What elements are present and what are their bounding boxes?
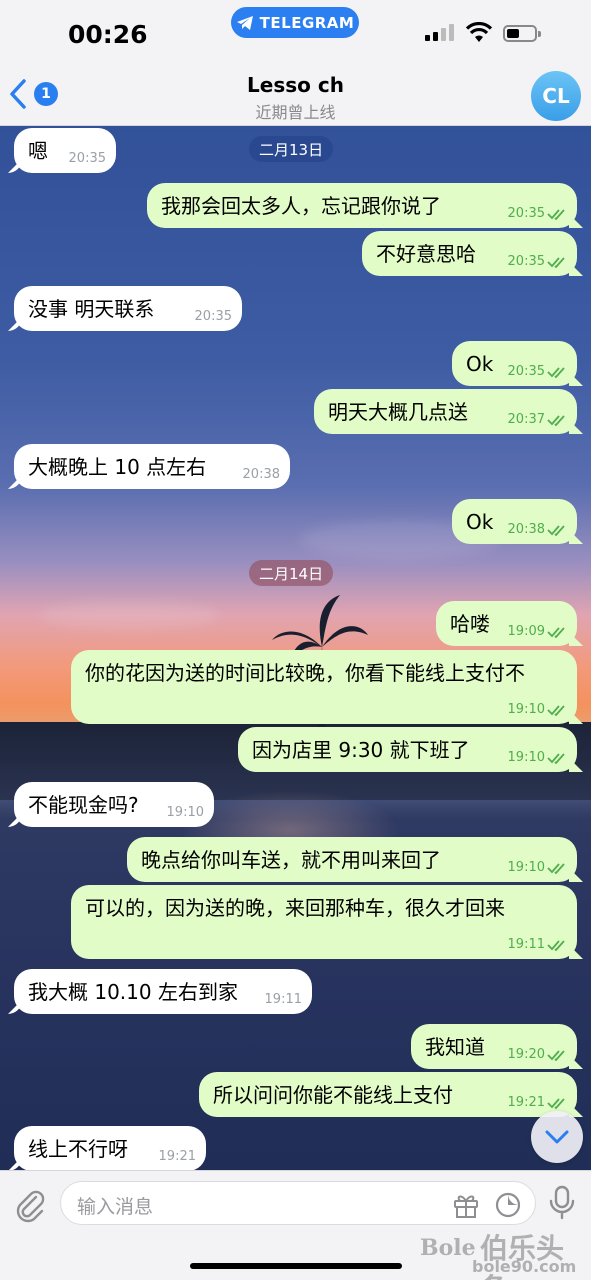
gift-icon[interactable] — [451, 1190, 481, 1220]
message-time: 20:35 — [194, 309, 232, 324]
message-text: 我那会回太多人，忘记跟你说了 — [161, 194, 441, 218]
message-incoming[interactable]: 嗯 20:35 — [8, 128, 116, 173]
message-text: 你的花因为送的时间比较晚，你看下能线上支付不 — [85, 661, 525, 685]
message-text: 不好意思哈 — [376, 242, 476, 266]
message-time: 19:09 — [507, 624, 545, 639]
message-text: 哈喽 — [450, 612, 490, 636]
message-incoming[interactable]: 不能现金吗? 19:10 — [8, 782, 214, 827]
double-check-icon — [547, 704, 565, 716]
telegram-pill[interactable]: TELEGRAM — [231, 7, 359, 38]
message-text: 明天大概几点送 — [328, 400, 468, 424]
message-time: 20:38 — [242, 467, 280, 482]
double-check-icon — [547, 524, 565, 536]
message-time: 20:35 — [507, 206, 545, 221]
telegram-pill-label: TELEGRAM — [259, 13, 355, 32]
microphone-icon[interactable] — [548, 1185, 576, 1221]
message-time: 20:35 — [507, 254, 545, 269]
wifi-icon — [465, 22, 493, 42]
message-outgoing[interactable]: 你的花因为送的时间比较晚，你看下能线上支付不 19:10 — [71, 650, 583, 724]
message-text: Ok — [466, 510, 494, 534]
message-text: 可以的，因为送的晚，来回那种车，很久才回来 — [85, 896, 505, 920]
message-outgoing[interactable]: Ok 20:35 — [452, 341, 583, 386]
contact-avatar[interactable]: CL — [531, 71, 581, 121]
message-composer: 输入消息 Bole 伯乐头条 bole90.com — [0, 1170, 591, 1280]
double-check-icon — [547, 626, 565, 638]
telegram-plane-icon — [236, 15, 253, 30]
message-text: 大概晚上 10 点左右 — [28, 455, 207, 479]
message-text: 不能现金吗? — [28, 793, 139, 817]
double-check-icon — [547, 862, 565, 874]
chat-header: 1 Lesso ch 近期曾上线 CL — [0, 64, 591, 126]
message-incoming[interactable]: 我大概 10.10 左右到家 19:11 — [8, 969, 312, 1014]
message-time: 19:20 — [507, 1047, 545, 1062]
message-text: 我大概 10.10 左右到家 — [28, 980, 238, 1004]
message-time: 19:10 — [507, 750, 545, 765]
chevron-down-icon — [545, 1130, 569, 1144]
message-time: 19:10 — [507, 702, 545, 717]
paperclip-icon[interactable] — [14, 1187, 46, 1223]
message-time: 19:10 — [507, 860, 545, 875]
message-text: 因为店里 9:30 就下班了 — [252, 738, 470, 762]
status-bar: 00:26 TELEGRAM — [0, 0, 591, 64]
watermark-site: bole90.com — [472, 1257, 577, 1276]
battery-icon — [503, 25, 541, 42]
double-check-icon — [547, 256, 565, 268]
message-input[interactable]: 输入消息 — [60, 1181, 536, 1225]
message-outgoing[interactable]: 明天大概几点送 20:37 — [314, 389, 583, 434]
message-text: 我知道 — [425, 1035, 485, 1059]
message-time: 20:38 — [507, 522, 545, 537]
message-text: 晚点给你叫车送，就不用叫来回了 — [141, 848, 441, 872]
message-outgoing[interactable]: 我那会回太多人，忘记跟你说了 20:35 — [147, 183, 583, 228]
watermark: Bole 伯乐头条 bole90.com — [420, 1227, 591, 1280]
chat-last-seen: 近期曾上线 — [255, 103, 336, 122]
message-outgoing[interactable]: 因为店里 9:30 就下班了 19:10 — [238, 727, 583, 772]
double-check-icon — [547, 208, 565, 220]
double-check-icon — [547, 1097, 565, 1109]
message-input-placeholder: 输入消息 — [77, 1196, 154, 1218]
message-time: 19:11 — [264, 992, 302, 1007]
watermark-latin: Bole — [420, 1235, 476, 1261]
message-text: 所以问问你能不能线上支付 — [213, 1083, 453, 1107]
scroll-to-bottom-button[interactable] — [531, 1111, 583, 1163]
message-incoming[interactable]: 没事 明天联系 20:35 — [8, 286, 242, 331]
cellular-signal-icon — [425, 24, 454, 41]
message-outgoing[interactable]: 我知道 19:20 — [411, 1024, 583, 1069]
message-text: Ok — [466, 352, 494, 376]
message-text: 没事 明天联系 — [28, 297, 155, 321]
message-text: 嗯 — [28, 139, 48, 163]
double-check-icon — [547, 1049, 565, 1061]
home-indicator — [190, 1263, 402, 1269]
wallpaper-cloud — [40, 600, 220, 630]
sticker-icon[interactable] — [493, 1190, 523, 1220]
double-check-icon — [547, 414, 565, 426]
message-incoming[interactable]: 大概晚上 10 点左右 20:38 — [8, 444, 290, 489]
double-check-icon — [547, 366, 565, 378]
message-time: 19:21 — [507, 1095, 545, 1110]
chat-title[interactable]: Lesso ch — [0, 73, 591, 97]
date-separator: 二月14日 — [249, 560, 334, 586]
message-time: 19:11 — [507, 937, 545, 952]
message-time: 20:37 — [507, 412, 545, 427]
status-time: 00:26 — [68, 20, 148, 49]
message-time: 20:35 — [68, 151, 106, 166]
double-check-icon — [547, 752, 565, 764]
message-time: 19:10 — [166, 805, 204, 820]
message-outgoing[interactable]: 不好意思哈 20:35 — [362, 231, 583, 276]
message-text: 线上不行呀 — [28, 1137, 128, 1161]
message-time: 20:35 — [507, 364, 545, 379]
message-outgoing[interactable]: 哈喽 19:09 — [436, 601, 583, 646]
message-time: 19:21 — [158, 1149, 196, 1164]
message-outgoing[interactable]: 可以的，因为送的晚，来回那种车，很久才回来 19:11 — [71, 885, 583, 959]
message-incoming[interactable]: 线上不行呀 19:21 — [8, 1126, 206, 1171]
double-check-icon — [547, 939, 565, 951]
message-outgoing[interactable]: Ok 20:38 — [452, 499, 583, 544]
message-outgoing[interactable]: 晚点给你叫车送，就不用叫来回了 19:10 — [127, 837, 583, 882]
date-separator: 二月13日 — [249, 136, 334, 162]
message-outgoing[interactable]: 所以问问你能不能线上支付 19:21 — [199, 1072, 583, 1117]
